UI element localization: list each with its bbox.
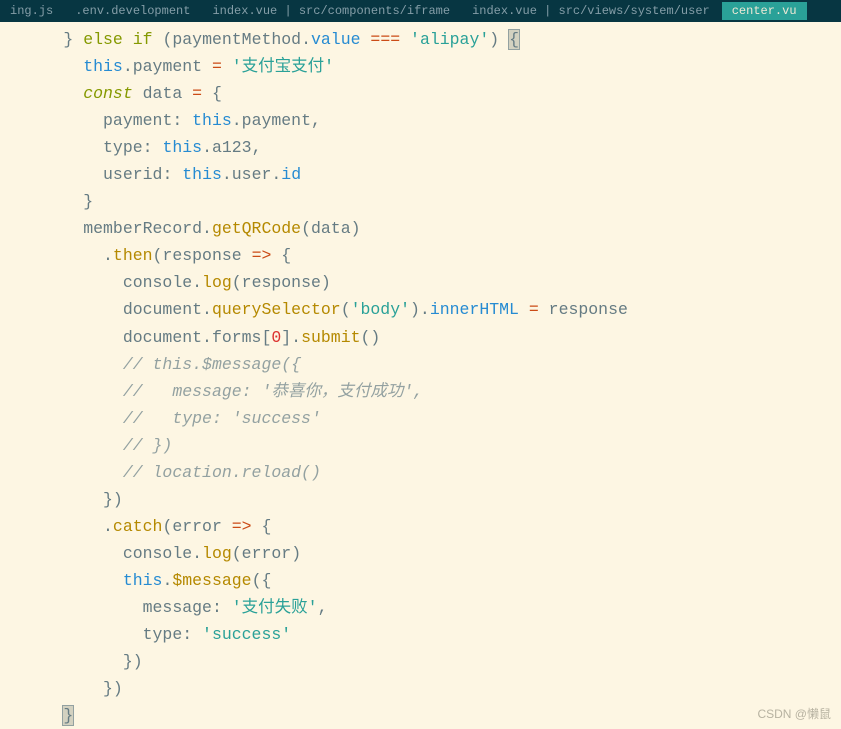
kw-if: if xyxy=(133,30,153,49)
brace-close: } xyxy=(63,706,73,725)
tab-bar: ing.js .env.development index.vue | src/… xyxy=(0,0,841,22)
tab-center-vue[interactable]: center.vu xyxy=(722,2,807,20)
kw-else: else xyxy=(83,30,123,49)
tab-index-iframe[interactable]: index.vue | src/components/iframe xyxy=(202,2,460,20)
tab-index-system-user[interactable]: index.vue | src/views/system/user xyxy=(462,2,720,20)
tab-env-development[interactable]: .env.development xyxy=(65,2,200,20)
code-editor[interactable]: } else if (paymentMethod.value === 'alip… xyxy=(0,22,841,729)
tab-ring-js[interactable]: ing.js xyxy=(0,2,63,20)
watermark: CSDN @懒鼠 xyxy=(757,705,831,722)
brace-open: { xyxy=(509,30,519,49)
